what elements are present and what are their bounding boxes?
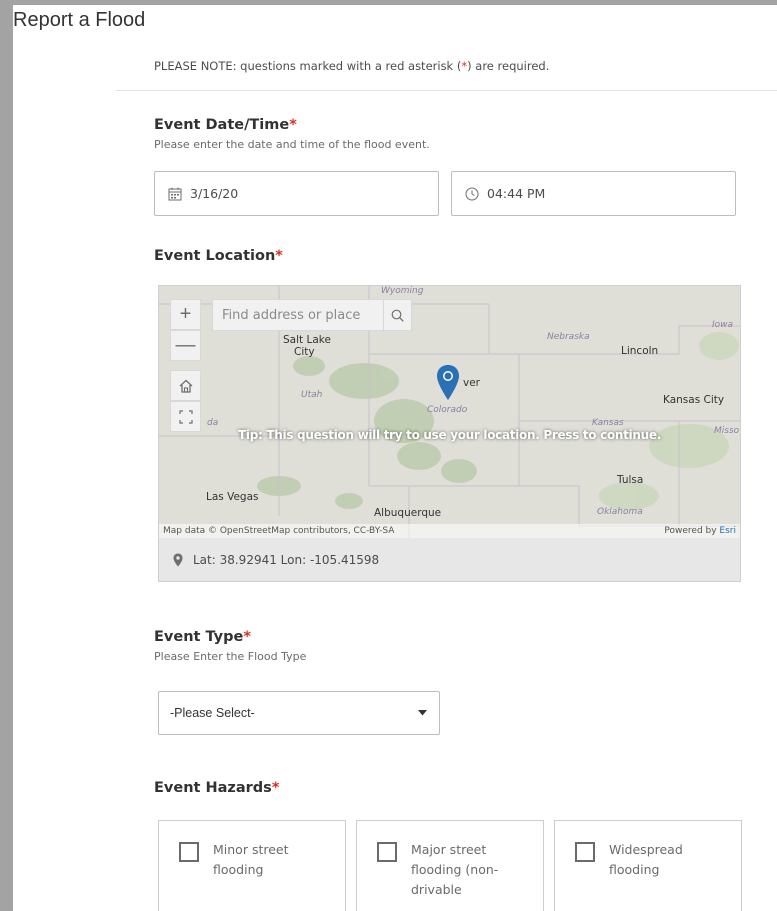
zoom-in-button[interactable]: +: [170, 299, 201, 330]
map-label-denver: ver: [463, 377, 480, 389]
hazard-option-widespread-flooding[interactable]: Widespread flooding: [554, 820, 742, 911]
hazard-label-line: flooding: [213, 862, 264, 877]
event-hazards-title: Event Hazards*: [154, 780, 279, 796]
hazard-option-label: Widespread flooding: [609, 840, 719, 880]
checkbox[interactable]: [377, 842, 397, 862]
map-search-input[interactable]: [213, 300, 383, 330]
hazard-label-line: Major street: [411, 842, 487, 857]
coordinates-bar: Lat: 38.92941 Lon: -105.41598: [159, 538, 740, 581]
required-asterisk: *: [289, 117, 297, 133]
fullscreen-icon: [178, 409, 193, 424]
event-datetime-title-text: Event Date/Time: [154, 117, 290, 133]
page-title: Report a Flood: [13, 9, 146, 31]
map-label-nebraska: Nebraska: [547, 332, 590, 342]
map-label-nevada-partial: da: [207, 418, 219, 428]
powered-by-text: Powered by: [664, 526, 720, 536]
map-attribution: Map data © OpenStreetMap contributors, C…: [159, 524, 740, 538]
checkbox[interactable]: [179, 842, 199, 862]
powered-by: Powered by Esri: [664, 526, 736, 536]
required-note-suffix: ) are required.: [467, 59, 550, 73]
hazard-label-line: drivable: [411, 882, 462, 897]
map-label-kansas-city: Kansas City: [663, 394, 725, 406]
hazard-option-minor-street-flooding[interactable]: Minor street flooding: [158, 820, 346, 911]
required-asterisk: *: [275, 248, 283, 264]
map-label-colorado: Colorado: [427, 405, 468, 415]
map-label-albuquerque: Albuquerque: [374, 507, 442, 519]
clock-icon: [465, 187, 479, 200]
map-label-salt-lake: Salt Lake: [283, 334, 331, 346]
event-hazards-title-text: Event Hazards: [154, 780, 272, 796]
required-asterisk: *: [271, 780, 280, 796]
map-label-kansas: Kansas: [592, 418, 624, 428]
hazard-label-line: Widespread: [609, 842, 683, 857]
calendar-icon: [168, 187, 182, 200]
map-search-button[interactable]: [383, 300, 411, 330]
coordinates-text: Lat: 38.92941 Lon: -105.41598: [193, 552, 380, 567]
hazard-label-line: flooding: [609, 862, 660, 877]
caret-down-icon: [418, 710, 427, 716]
header-divider: [116, 90, 777, 91]
event-location-title-text: Event Location: [154, 248, 276, 264]
event-type-description: Please Enter the Flood Type: [154, 650, 307, 663]
map-label-salt-lake-city: City: [294, 346, 315, 358]
event-location-title: Event Location*: [154, 248, 283, 264]
location-map[interactable]: Wyoming Nebraska Iowa Salt Lake City Lin…: [158, 285, 741, 582]
map-search[interactable]: [212, 299, 412, 331]
event-datetime-description: Please enter the date and time of the fl…: [154, 138, 430, 151]
event-type-select[interactable]: -Please Select-: [158, 691, 440, 735]
map-label-oklahoma: Oklahoma: [597, 507, 643, 517]
date-value: 3/16/20: [190, 186, 239, 201]
required-note: PLEASE NOTE: questions marked with a red…: [154, 59, 549, 73]
home-icon: [179, 379, 192, 393]
map-label-wyoming: Wyoming: [381, 286, 424, 296]
map-marker-icon: [173, 553, 183, 566]
map-label-tulsa: Tulsa: [617, 474, 644, 486]
date-field[interactable]: 3/16/20: [154, 171, 439, 216]
required-asterisk: *: [243, 629, 251, 645]
required-note-prefix: PLEASE NOTE: questions marked with a red…: [154, 59, 462, 73]
map-label-lincoln: Lincoln: [621, 345, 659, 357]
hazard-option-label: Minor street flooding: [213, 840, 323, 880]
map-label-las-vegas: Las Vegas: [206, 491, 259, 503]
survey-form: Report a Flood PLEASE NOTE: questions ma…: [13, 5, 777, 911]
event-type-selected-value: -Please Select-: [170, 706, 255, 720]
map-label-iowa: Iowa: [712, 320, 734, 330]
map-label-utah: Utah: [301, 390, 323, 400]
hazard-option-major-street-flooding[interactable]: Major street flooding (non- drivable: [356, 820, 544, 911]
event-datetime-title: Event Date/Time*: [154, 117, 297, 133]
home-button[interactable]: [170, 370, 201, 401]
hazard-label-line: Minor street: [213, 842, 289, 857]
time-field[interactable]: 04:44 PM: [451, 171, 736, 216]
esri-link[interactable]: Esri: [719, 526, 736, 536]
event-type-title: Event Type*: [154, 629, 251, 645]
search-icon: [391, 309, 404, 322]
map-attribution-text: Map data © OpenStreetMap contributors, C…: [163, 526, 395, 536]
location-tip[interactable]: Tip: This question will try to use your …: [159, 428, 740, 442]
checkbox[interactable]: [575, 842, 595, 862]
zoom-out-button[interactable]: —: [170, 330, 201, 361]
event-type-title-text: Event Type: [154, 629, 244, 645]
hazard-label-line: flooding (non-: [411, 862, 499, 877]
hazard-option-label: Major street flooding (non- drivable: [411, 840, 521, 900]
location-pin-icon[interactable]: [436, 364, 460, 402]
time-value: 04:44 PM: [487, 186, 546, 201]
